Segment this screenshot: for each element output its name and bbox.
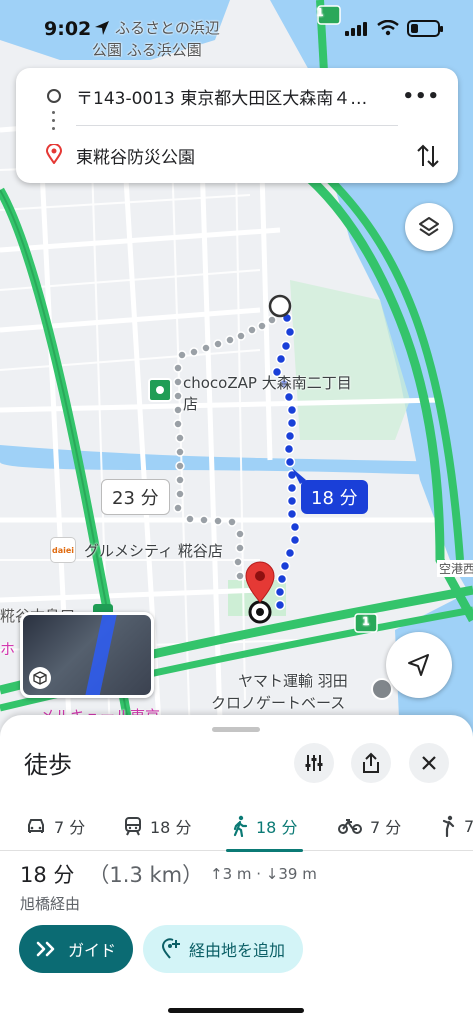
tab-cycling[interactable]: 7 分 <box>338 801 401 851</box>
status-bar: 9:02 <box>0 0 473 50</box>
tab-driving[interactable]: 7 分 <box>26 801 85 851</box>
map-label-yamato[interactable]: ヤマト運輸 羽田 <box>238 670 348 691</box>
mode-time: 7 <box>464 816 473 836</box>
map-label-chocozap[interactable]: chocoZAP 大森南二丁目 <box>183 372 352 393</box>
sliders-icon <box>305 755 323 771</box>
map-label-yamato[interactable]: クロノゲートベース <box>211 692 345 713</box>
map-label-airport-west: 空港西 <box>437 560 473 577</box>
daiei-logo: daiei <box>51 545 75 555</box>
tab-walking[interactable]: 18 分 <box>225 801 304 852</box>
route-duration: 18 分 <box>20 863 75 887</box>
route-distance: （1.3 km） <box>88 863 204 887</box>
street-view-thumbnail[interactable] <box>20 612 154 698</box>
map-label-chocozap[interactable]: 店 <box>183 393 198 414</box>
gym-poi-icon[interactable] <box>148 378 172 402</box>
status-time: 9:02 <box>44 18 92 40</box>
layers-icon <box>419 217 439 236</box>
mode-time: 18 分 <box>256 818 298 837</box>
route-options-button[interactable] <box>294 743 334 783</box>
tab-rideshare[interactable]: 7 <box>440 801 473 851</box>
origin-circle-icon <box>47 89 61 103</box>
guide-button[interactable]: ガイド <box>19 925 133 973</box>
elevation-change: ↑3 m · ↓39 m <box>210 865 317 883</box>
add-stop-button[interactable]: 経由地を追加 <box>143 925 303 973</box>
route-dots-icon <box>52 111 56 135</box>
share-icon <box>363 752 379 773</box>
sheet-title: 徒歩 <box>24 751 72 779</box>
cube-icon <box>29 667 51 689</box>
divider <box>76 125 398 126</box>
daiei-poi-icon[interactable]: daiei <box>50 537 76 563</box>
home-indicator[interactable] <box>168 1008 304 1013</box>
train-icon <box>125 817 141 836</box>
destination-pin-icon <box>46 144 62 164</box>
close-button[interactable] <box>409 743 449 783</box>
bike-icon <box>338 819 362 834</box>
route-via: 旭橋経由 <box>20 895 81 913</box>
cellular-signal-icon <box>345 22 367 36</box>
route-summary: 18 分 （1.3 km） <box>20 859 203 889</box>
add-location-icon <box>161 938 180 959</box>
battery-icon <box>407 20 443 37</box>
navigation-button[interactable] <box>386 632 452 698</box>
destination-field[interactable]: 東糀谷防災公園 <box>76 143 195 168</box>
mode-time: 7 分 <box>54 818 86 837</box>
close-icon <box>422 756 436 770</box>
rideshare-icon <box>442 815 455 837</box>
more-options-button[interactable]: ••• <box>402 86 440 107</box>
sheet-grabber[interactable] <box>212 727 260 732</box>
double-chevron-icon <box>36 941 55 957</box>
directions-sheet: 徒歩 7 分 18 分 18 分 7 分 7 18 分 （1.3 km） ↑3 … <box>0 715 473 1024</box>
mode-time: 18 分 <box>150 818 192 837</box>
share-button[interactable] <box>351 743 391 783</box>
main-route-time-chip[interactable]: 18 分 <box>301 480 368 514</box>
wifi-icon <box>377 20 399 36</box>
map-label-hotel: ホ <box>0 640 16 658</box>
navigation-arrow-icon <box>408 654 429 676</box>
map-label-gourmet-city[interactable]: グルメシティ 糀谷店 <box>84 540 223 561</box>
highway-shield-label: 1 <box>362 615 370 628</box>
car-icon <box>28 819 44 833</box>
location-arrow-icon <box>95 21 109 35</box>
origin-field[interactable]: 〒143-0013 東京都大田区大森南４… <box>76 84 396 109</box>
travel-mode-tabs: 7 分 18 分 18 分 7 分 7 <box>0 801 473 852</box>
mode-time: 7 分 <box>370 818 402 837</box>
walk-icon <box>233 815 248 837</box>
add-stop-label: 経由地を追加 <box>188 941 285 960</box>
layers-button[interactable] <box>405 203 453 251</box>
guide-label: ガイド <box>67 941 116 960</box>
tab-transit[interactable]: 18 分 <box>124 801 191 851</box>
swap-icon[interactable] <box>416 142 440 170</box>
alt-route-time-chip[interactable]: 23 分 <box>101 479 170 515</box>
route-card: 〒143-0013 東京都大田区大森南４… ••• 東糀谷防災公園 <box>16 68 458 183</box>
